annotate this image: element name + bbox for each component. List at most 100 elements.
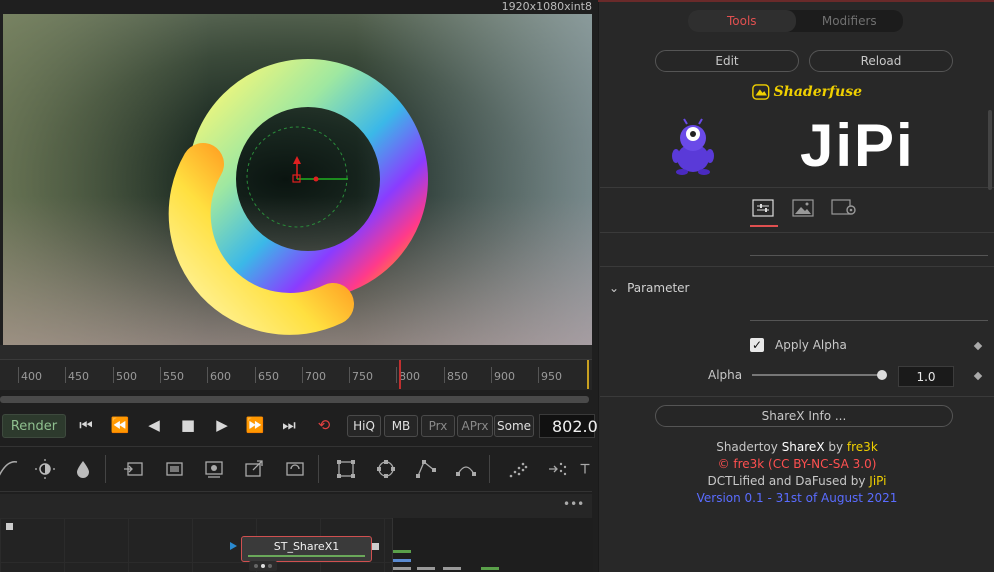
viewer-resolution: 1920x1080xint8 [501,0,592,13]
ruler-tick [113,367,114,383]
playhead[interactable] [399,360,401,389]
text-tool-icon[interactable] [578,457,592,481]
polygon-mask-icon[interactable] [414,457,438,481]
ruler-tick-label: 800 [399,370,420,383]
divider [600,266,994,267]
selective-update-toggle[interactable]: Some [494,415,534,437]
inspector-scrollbar[interactable] [988,110,992,190]
merge-tool-icon[interactable] [121,457,145,481]
credit-version: Version 0.1 - 31st of August 2021 [696,491,898,505]
credit-text: by [824,440,847,454]
alpha-slider[interactable] [752,374,882,376]
ruler-tick-label: 700 [305,370,326,383]
credit-shader-name: ShareX [781,440,825,454]
ellipse-mask-icon[interactable] [374,457,398,481]
credit-author-link[interactable]: JiPi [869,474,886,488]
timeline-ruler[interactable]: 400 450 500 550 600 650 700 750 800 850 900 950 [0,359,592,390]
divider [600,396,994,397]
transport-bar: Render ⏮ ⏪ ◀ ■ ▶ ⏩ ⏭ ⟲ HiQ MB Prx APrx S… [0,408,598,442]
inspector-tabs: Tools Modifiers [688,10,903,32]
render-button[interactable]: Render [2,414,66,438]
shader-ring-render [168,59,428,335]
tab-tools[interactable]: Tools [688,10,796,32]
rectangle-mask-icon[interactable] [334,457,358,481]
active-tab-underline [750,225,778,227]
reload-button[interactable]: Reload [809,50,953,72]
controls-tab-icon[interactable] [752,199,774,217]
credit-author-link[interactable]: fre3k [847,440,878,454]
credit-license: © fre3k (CC BY-NC-SA 3.0) [717,457,877,471]
render-end-marker[interactable] [587,360,589,389]
ruler-tick-label: 850 [447,370,468,383]
fuse-title: JiPi [800,111,915,179]
ruler-tick [302,367,303,383]
credit-line-dafused: DCTLified and DaFused by JiPi [600,474,994,488]
image-tab-icon[interactable] [792,199,814,217]
transform-tool-icon[interactable] [242,457,266,481]
node-view-dots[interactable] [249,561,277,571]
hiq-toggle[interactable]: HiQ [347,415,381,437]
ruler-tick-label: 500 [116,370,137,383]
jipi-mascot-icon [670,118,716,176]
divider [600,232,994,233]
ruler-tick-label: 400 [21,370,42,383]
media-in-icon[interactable] [202,457,226,481]
settings-tab-icon[interactable] [831,199,857,217]
edit-button[interactable]: Edit [655,50,799,72]
color-drop-icon[interactable] [71,457,95,481]
step-back-icon[interactable]: ⏪ [109,414,131,436]
particle-render-icon[interactable] [546,457,570,481]
brightness-contrast-icon[interactable] [33,457,57,481]
node-navigator[interactable] [392,518,593,572]
ruler-tick-label: 950 [541,370,562,383]
alpha-value-field[interactable]: 1.0 [898,366,954,387]
stop-icon[interactable]: ■ [178,414,198,436]
node-output-port[interactable] [6,523,13,530]
loop-transform-icon[interactable] [283,457,307,481]
alpha-slider-handle[interactable] [877,370,887,380]
viewer-canvas[interactable] [3,14,592,345]
play-reverse-icon[interactable]: ◀ [144,414,164,436]
parameter-section-header[interactable]: ⌄ Parameter [609,279,809,297]
go-to-start-icon[interactable]: ⏮ [75,414,97,436]
shaderfuse-label: Shaderfuse [773,84,862,100]
ruler-tick [538,367,539,383]
ruler-tick [160,367,161,383]
loop-icon[interactable]: ⟲ [313,414,335,436]
node-editor-menu-icon[interactable]: ••• [563,497,584,511]
sharex-info-button[interactable]: ShareX Info ... [655,405,953,427]
toolbar-separator [318,455,319,483]
proxy-toggle[interactable]: Prx [421,415,455,437]
node-input-arrow-icon[interactable] [230,542,237,550]
play-icon[interactable]: ▶ [212,414,232,436]
apply-alpha-checkbox[interactable]: ✓ [750,338,764,352]
ruler-tick [396,367,397,383]
step-forward-icon[interactable]: ⏩ [244,414,266,436]
auto-proxy-toggle[interactable]: APrx [457,415,493,437]
ruler-tick [444,367,445,383]
node-output-square[interactable] [372,543,379,550]
background-tool-icon[interactable] [162,457,186,481]
field-underline [750,255,988,256]
ruler-tick [207,367,208,383]
shaderfuse-icon [752,84,770,100]
node-editor-header: ••• [0,494,592,519]
ruler-tick-label: 900 [494,370,515,383]
divider [600,187,994,188]
curve-tool-icon[interactable] [0,457,20,481]
motion-blur-toggle[interactable]: MB [384,415,418,437]
go-to-end-icon[interactable]: ⏭ [278,414,300,436]
bspline-mask-icon[interactable] [454,457,478,481]
section-title: Parameter [627,281,690,295]
tab-modifiers[interactable]: Modifiers [796,10,904,32]
current-frame-field[interactable]: 802.0 [539,414,598,438]
field-underline [750,320,988,321]
timeline-scrollbar[interactable] [0,396,589,403]
ruler-tick-label: 750 [352,370,373,383]
shader-node[interactable]: ST_ShareX1 [241,536,372,562]
credit-text: Shadertoy [716,440,782,454]
particle-emitter-icon[interactable] [506,457,530,481]
ruler-tick-label: 450 [68,370,89,383]
ruler-tick-label: 550 [163,370,184,383]
ruler-tick [491,367,492,383]
